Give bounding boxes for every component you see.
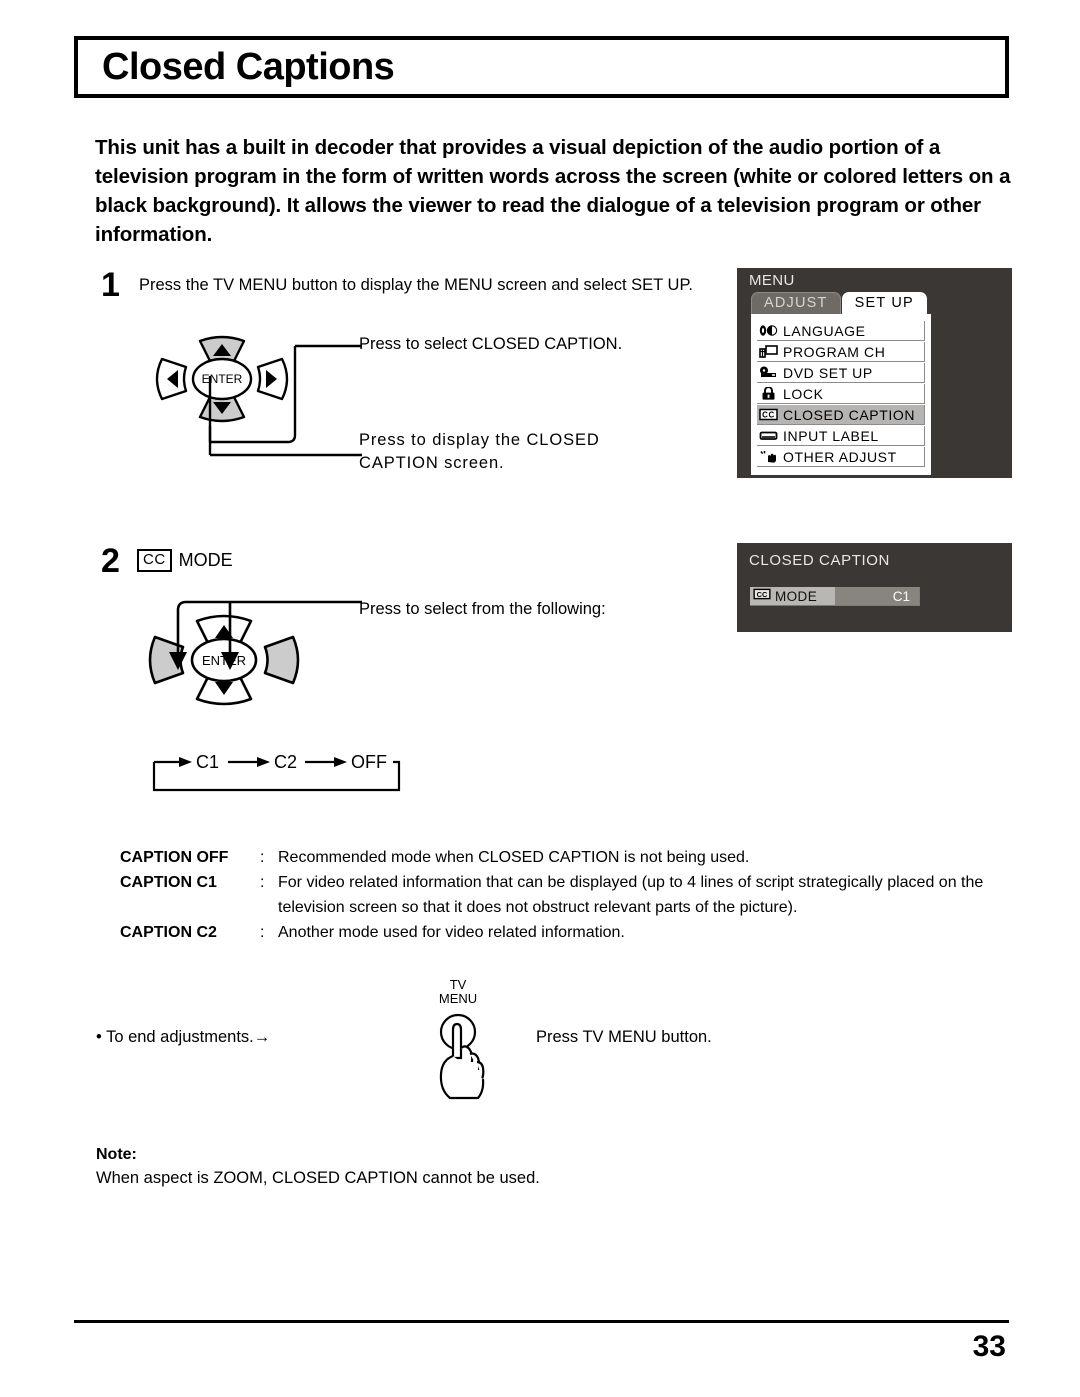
menu-item-program-ch[interactable]: PROGRAM CH	[757, 342, 925, 362]
step-1-leader-lines-lower	[208, 426, 362, 457]
cycle-label-off: OFF	[351, 752, 387, 772]
step-1-text: Press the TV MENU button to display the …	[139, 276, 693, 294]
caption-colon: :	[260, 924, 265, 941]
caption-desc: Another mode used for video related info…	[278, 924, 625, 941]
cc-icon: CC	[753, 587, 771, 605]
menu-item-label: CLOSED CAPTION	[783, 406, 916, 423]
menu-item-label: OTHER ADJUST	[783, 448, 897, 465]
step-2-leader-lines	[169, 600, 362, 670]
svg-text:CC: CC	[762, 411, 775, 420]
caption-mode-table: CAPTION OFF : Recommended mode when CLOS…	[120, 845, 1015, 945]
caption-term: CAPTION OFF	[120, 849, 229, 866]
input-label-icon	[759, 428, 778, 443]
caption-desc: For video related information that can b…	[278, 874, 984, 916]
callout-display-closed-caption: Press to display the CLOSED CAPTION scre…	[359, 431, 600, 472]
tv-menu-caption-line2: MENU	[438, 991, 478, 1006]
other-adjust-icon	[759, 449, 778, 464]
end-adjustments-text: • To end adjustments.→	[96, 1028, 271, 1046]
step-1-number: 1	[101, 266, 120, 304]
osd-menu-list: LANGUAGE PROGRAM CH DVD SET UP LOCK CC C…	[751, 314, 931, 475]
menu-item-lock[interactable]: LOCK	[757, 384, 925, 404]
note-body: When aspect is ZOOM, CLOSED CAPTION cann…	[96, 1169, 540, 1187]
osd-menu-panel: MENU ADJUST SET UP LANGUAGE PROGRAM CH D…	[737, 268, 1012, 478]
table-row: CAPTION C2 : Another mode used for video…	[120, 920, 1015, 945]
page-number: 33	[972, 1330, 1006, 1363]
page-title: Closed Captions	[102, 46, 395, 88]
step-2-cc-mode-label: CC MODE	[137, 549, 233, 572]
osd-closed-caption-panel: CLOSED CAPTION CC MODE C1 CHANGE RETURN	[737, 543, 1012, 632]
cc-icon: CC	[759, 407, 778, 422]
osd-cc-mode-row[interactable]: CC MODE C1	[750, 587, 920, 606]
lock-icon	[759, 386, 778, 401]
page-title-box: Closed Captions	[74, 36, 1009, 98]
osd-menu-title: MENU	[749, 272, 795, 289]
osd-menu-tabs: ADJUST SET UP	[751, 292, 927, 314]
cycle-label-c2: C2	[274, 752, 298, 772]
caption-term: CAPTION C2	[120, 924, 217, 941]
intro-paragraph: This unit has a built in decoder that pr…	[95, 136, 1011, 246]
menu-item-label: DVD SET UP	[783, 364, 873, 381]
osd-cc-mode-value: C1	[835, 587, 919, 605]
caption-mode-cycle-diagram: C1 C2 OFF	[150, 752, 405, 794]
note-heading: Note:	[96, 1146, 137, 1163]
caption-colon: :	[260, 849, 265, 866]
hand-pressing-button-icon	[426, 1006, 496, 1106]
menu-item-dvd-set-up[interactable]: DVD SET UP	[757, 363, 925, 383]
menu-item-language[interactable]: LANGUAGE	[757, 321, 925, 341]
caption-desc: Recommended mode when CLOSED CAPTION is …	[278, 849, 750, 866]
menu-item-other-adjust[interactable]: OTHER ADJUST	[757, 447, 925, 467]
caption-colon: :	[260, 874, 265, 891]
cycle-label-c1: C1	[196, 752, 220, 772]
footer-divider	[74, 1320, 1009, 1323]
press-tv-menu-instruction: Press TV MENU button.	[536, 1028, 712, 1046]
tab-adjust[interactable]: ADJUST	[751, 292, 841, 314]
cc-mode-text: MODE	[178, 550, 233, 570]
osd-cc-title: CLOSED CAPTION	[749, 552, 890, 569]
menu-item-label: PROGRAM CH	[783, 343, 886, 360]
table-row: CAPTION C1 : For video related informati…	[120, 870, 1015, 920]
tv-menu-caption-line1: TV	[449, 977, 467, 992]
menu-item-input-label[interactable]: INPUT LABEL	[757, 426, 925, 446]
cc-chip: CC	[137, 549, 172, 572]
osd-cc-mode-label: MODE	[775, 588, 818, 604]
tv-menu-button-caption: TV MENU	[428, 978, 488, 1006]
menu-item-label: LANGUAGE	[783, 322, 866, 339]
menu-item-label: INPUT LABEL	[783, 427, 879, 444]
callout-select-closed-caption: Press to select CLOSED CAPTION.	[359, 335, 623, 353]
svg-text:CC: CC	[757, 590, 768, 599]
callout-select-following: Press to select from the following:	[359, 600, 606, 618]
step-2-number: 2	[101, 542, 120, 580]
menu-item-closed-caption[interactable]: CC CLOSED CAPTION	[757, 405, 925, 425]
menu-item-label: LOCK	[783, 385, 824, 402]
table-row: CAPTION OFF : Recommended mode when CLOS…	[120, 845, 1015, 870]
program-ch-icon	[759, 344, 778, 359]
dvd-set-up-icon	[759, 365, 778, 380]
caption-term: CAPTION C1	[120, 874, 217, 891]
tab-set-up[interactable]: SET UP	[841, 292, 927, 314]
language-icon	[759, 323, 778, 338]
